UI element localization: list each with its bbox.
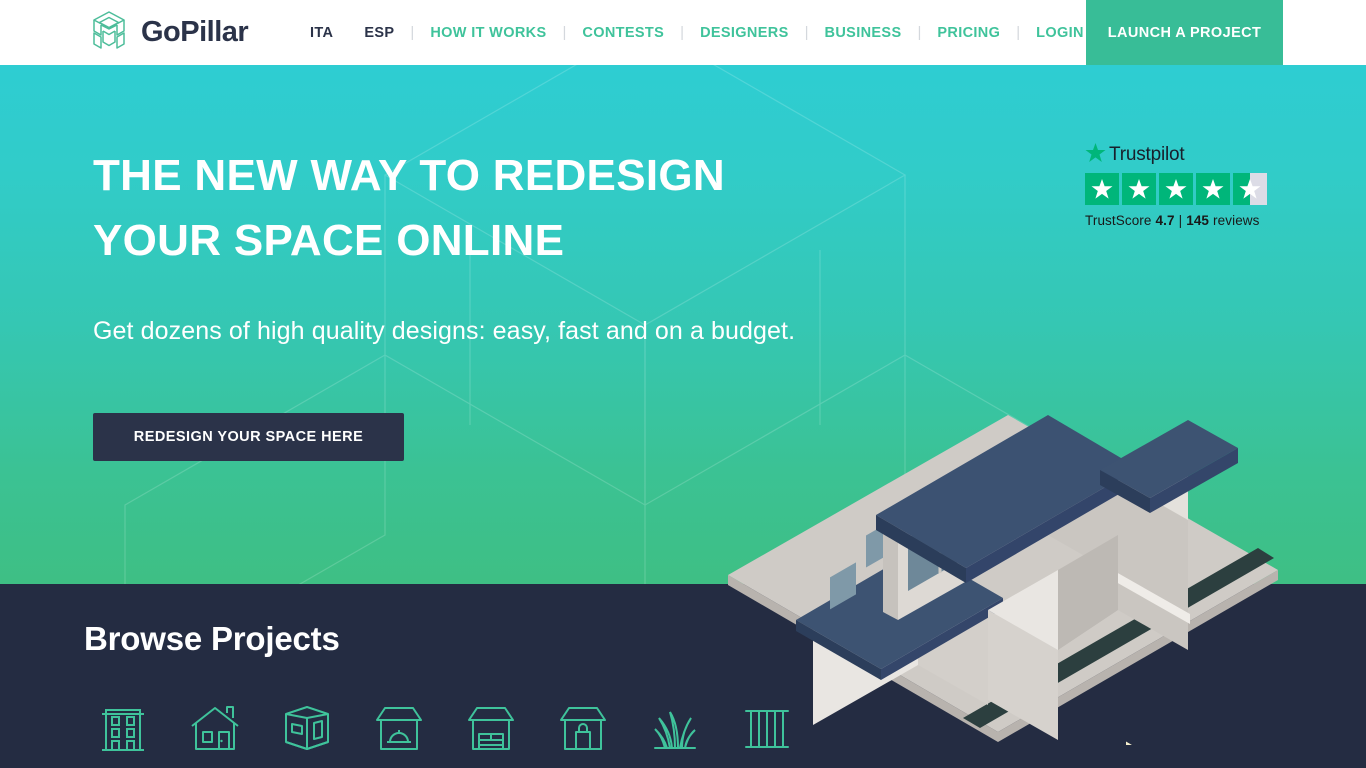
redesign-your-space-button[interactable]: REDESIGN YOUR SPACE HERE bbox=[93, 413, 404, 461]
rating-star-4 bbox=[1196, 173, 1230, 205]
nav-separator: | bbox=[680, 24, 685, 41]
nav-separator: | bbox=[410, 24, 415, 41]
nav-designers[interactable]: DESIGNERS bbox=[700, 25, 789, 41]
site-header: GoPillar ITA ESP | HOW IT WORKS | CONTES… bbox=[0, 0, 1366, 65]
rating-star-2 bbox=[1122, 173, 1156, 205]
nav-separator: | bbox=[1016, 24, 1021, 41]
nav-login[interactable]: LOGIN bbox=[1036, 25, 1084, 41]
hero-subtitle: Get dozens of high quality designs: easy… bbox=[93, 317, 796, 345]
nav-contests[interactable]: CONTESTS bbox=[582, 25, 664, 41]
reviews-count: 145 bbox=[1186, 213, 1210, 228]
nav-business[interactable]: BUSINESS bbox=[825, 25, 902, 41]
reviews-label: reviews bbox=[1213, 213, 1260, 228]
nav-lang-esp[interactable]: ESP bbox=[364, 25, 394, 41]
main-navigation: ITA ESP | HOW IT WORKS | CONTESTS | DESI… bbox=[310, 0, 1084, 65]
columns-fence-icon[interactable] bbox=[739, 702, 794, 752]
browse-projects-section: Browse Projects bbox=[0, 584, 1366, 768]
brand-name: GoPillar bbox=[141, 15, 249, 48]
trustscore-value: 4.7 bbox=[1155, 213, 1175, 228]
trustpilot-score-line: TrustScore 4.7 | 145 reviews bbox=[1085, 213, 1285, 228]
room-interior-icon[interactable] bbox=[279, 702, 334, 752]
brand-logo[interactable]: GoPillar bbox=[86, 8, 249, 56]
hero-section: THE NEW WAY TO REDESIGN YOUR SPACE ONLIN… bbox=[0, 65, 1366, 584]
restaurant-icon[interactable] bbox=[371, 702, 426, 752]
trustpilot-divider: | bbox=[1178, 213, 1183, 228]
trustpilot-star-rating bbox=[1085, 173, 1285, 205]
trustpilot-star-icon bbox=[1085, 142, 1106, 168]
garden-grass-icon[interactable] bbox=[647, 702, 702, 752]
nav-lang-ita[interactable]: ITA bbox=[310, 25, 333, 41]
isometric-cube-icon bbox=[86, 9, 132, 55]
hero-title: THE NEW WAY TO REDESIGN YOUR SPACE ONLIN… bbox=[93, 151, 725, 265]
launch-a-project-button[interactable]: LAUNCH A PROJECT bbox=[1086, 0, 1283, 65]
trustpilot-brand-name: Trustpilot bbox=[1109, 144, 1185, 165]
apartment-building-icon[interactable] bbox=[95, 702, 150, 752]
nav-how-it-works[interactable]: HOW IT WORKS bbox=[430, 25, 546, 41]
trustpilot-widget[interactable]: Trustpilot TrustScore 4.7 | 145 reviews bbox=[1085, 142, 1285, 228]
house-icon[interactable] bbox=[187, 702, 242, 752]
nav-separator: | bbox=[562, 24, 567, 41]
retail-shop-icon[interactable] bbox=[555, 702, 610, 752]
rating-star-5-half bbox=[1233, 173, 1267, 205]
browse-projects-title: Browse Projects bbox=[84, 620, 340, 657]
nav-separator: | bbox=[804, 24, 809, 41]
project-category-icons bbox=[95, 702, 794, 752]
bedroom-shop-icon[interactable] bbox=[463, 702, 518, 752]
rating-star-1 bbox=[1085, 173, 1119, 205]
rating-star-3 bbox=[1159, 173, 1193, 205]
trustscore-label: TrustScore bbox=[1085, 213, 1152, 228]
nav-separator: | bbox=[917, 24, 922, 41]
trustpilot-brand: Trustpilot bbox=[1085, 142, 1285, 168]
nav-pricing[interactable]: PRICING bbox=[937, 25, 1000, 41]
